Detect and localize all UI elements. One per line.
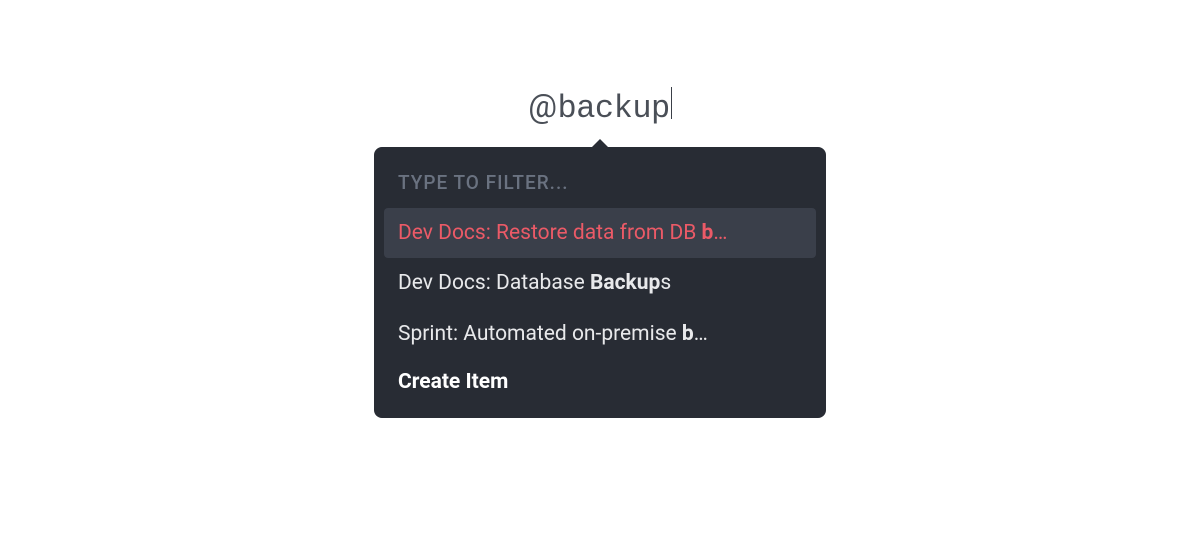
item-text-match: b xyxy=(702,221,714,245)
mention-input[interactable]: @backup xyxy=(528,85,671,127)
popover-arrow-icon xyxy=(591,139,609,148)
item-text-prefix: Dev Docs: Database xyxy=(398,271,590,295)
item-text-suffix: s xyxy=(660,271,671,295)
text-cursor xyxy=(671,87,672,119)
item-text-match: Backup xyxy=(590,271,660,295)
autocomplete-popover: Type to filter... Dev Docs: Restore data… xyxy=(374,147,826,418)
mention-prefix: @ xyxy=(528,87,557,125)
autocomplete-item[interactable]: Sprint: Automated on-premise b… xyxy=(384,309,816,359)
autocomplete-item[interactable]: Dev Docs: Database Backups xyxy=(384,258,816,308)
item-text-suffix: … xyxy=(694,322,708,346)
create-item-button[interactable]: Create Item xyxy=(384,359,816,408)
item-text-prefix: Dev Docs: Restore data from DB xyxy=(398,221,702,245)
mention-text: backup xyxy=(558,90,670,127)
filter-hint-label: Type to filter... xyxy=(384,157,816,208)
autocomplete-item[interactable]: Dev Docs: Restore data from DB b… xyxy=(384,208,816,258)
item-text-match: b xyxy=(682,322,694,346)
item-text-suffix: … xyxy=(713,221,727,245)
item-text-prefix: Sprint: Automated on-premise xyxy=(398,322,682,346)
